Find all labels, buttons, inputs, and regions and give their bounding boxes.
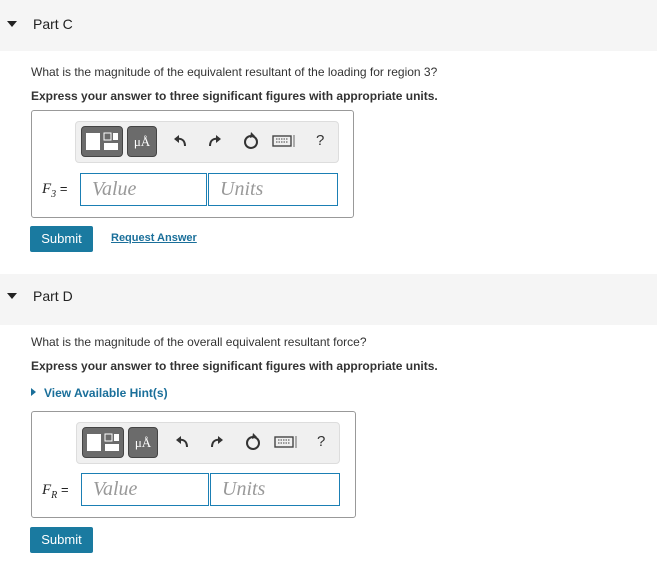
variable-label: F3 =	[42, 181, 68, 200]
view-hints-link[interactable]: View Available Hint(s)	[31, 386, 168, 400]
value-field[interactable]	[80, 173, 207, 206]
help-button[interactable]: ?	[317, 433, 325, 450]
units-field[interactable]	[208, 173, 338, 206]
undo-icon[interactable]	[173, 432, 193, 452]
part-d-title: Part D	[33, 288, 73, 304]
math-toolbar: μÅ ?	[76, 422, 340, 464]
part-c-title: Part C	[33, 16, 73, 32]
templates-icon	[87, 433, 119, 451]
variable-label: FR =	[42, 482, 69, 501]
variable-subscript: 3	[51, 189, 57, 200]
request-answer-link[interactable]: Request Answer	[111, 232, 197, 244]
part-c-instruction: Express your answer to three significant…	[31, 89, 438, 103]
value-input[interactable]	[81, 174, 206, 205]
templates-button[interactable]	[82, 427, 124, 458]
reset-icon[interactable]	[243, 432, 263, 452]
value-field[interactable]	[81, 473, 209, 506]
keyboard-icon[interactable]	[272, 131, 296, 151]
redo-icon[interactable]	[204, 131, 224, 151]
part-d-header[interactable]: Part D	[0, 274, 657, 325]
variable-subscript: R	[51, 490, 58, 501]
units-input[interactable]	[209, 174, 337, 205]
units-button[interactable]: μÅ	[127, 126, 157, 157]
variable-symbol: F	[42, 482, 52, 498]
templates-button[interactable]	[81, 126, 123, 157]
templates-icon	[86, 132, 118, 150]
submit-button[interactable]: Submit	[30, 527, 93, 553]
part-c-answer-box: μÅ ? F3 =	[31, 110, 354, 218]
collapse-caret-icon[interactable]	[7, 293, 17, 299]
equals-sign: =	[61, 482, 69, 497]
math-toolbar: μÅ ?	[75, 121, 339, 163]
hint-label: View Available Hint(s)	[44, 386, 168, 400]
part-c-header[interactable]: Part C	[0, 0, 657, 51]
part-d-answer-box: μÅ ? FR =	[31, 411, 356, 518]
collapse-caret-icon[interactable]	[7, 21, 17, 27]
value-input[interactable]	[82, 474, 208, 505]
redo-icon[interactable]	[206, 432, 226, 452]
part-d-instruction: Express your answer to three significant…	[31, 359, 438, 373]
submit-button[interactable]: Submit	[30, 226, 93, 252]
help-button[interactable]: ?	[316, 132, 324, 149]
variable-symbol: F	[42, 181, 52, 197]
part-d-question: What is the magnitude of the overall equ…	[31, 335, 367, 349]
expand-caret-icon	[31, 388, 36, 396]
part-c-question: What is the magnitude of the equivalent …	[31, 65, 438, 79]
units-field[interactable]	[210, 473, 340, 506]
units-input[interactable]	[211, 474, 339, 505]
units-button[interactable]: μÅ	[128, 427, 158, 458]
reset-icon[interactable]	[241, 131, 261, 151]
undo-icon[interactable]	[171, 131, 191, 151]
equals-sign: =	[59, 181, 68, 196]
keyboard-icon[interactable]	[274, 432, 298, 452]
